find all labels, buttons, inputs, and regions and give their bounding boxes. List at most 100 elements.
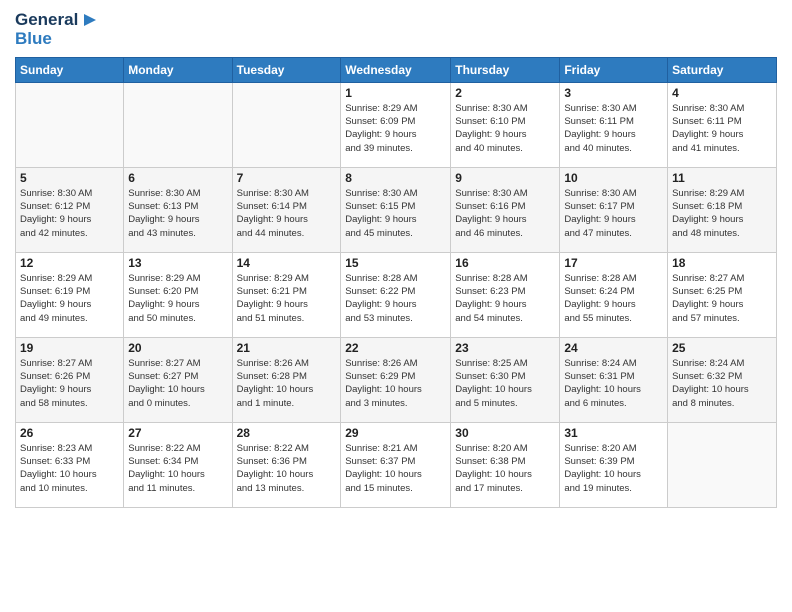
logo-general: General [15, 11, 78, 30]
calendar-cell: 16 Sunrise: 8:28 AM Sunset: 6:23 PM Dayli… [451, 252, 560, 337]
day-number: 10 [564, 171, 663, 185]
day-number: 4 [672, 86, 772, 100]
day-number: 14 [237, 256, 337, 270]
calendar-cell: 27Sunrise: 8:22 AM Sunset: 6:34 PM Dayli… [124, 422, 232, 507]
day-info: Sunrise: 8:27 AM Sunset: 6:25 PM Dayligh… [672, 272, 772, 325]
day-info: Sunrise: 8:26 AM Sunset: 6:29 PM Dayligh… [345, 357, 446, 410]
calendar-cell [16, 82, 124, 167]
day-number: 16 [455, 256, 555, 270]
day-info: Sunrise: 8:30 AM Sunset: 6:16 PM Dayligh… [455, 187, 555, 240]
calendar-cell [232, 82, 341, 167]
day-number: 17 [564, 256, 663, 270]
day-info: Sunrise: 8:30 AM Sunset: 6:13 PM Dayligh… [128, 187, 227, 240]
day-info: Sunrise: 8:20 AM Sunset: 6:39 PM Dayligh… [564, 442, 663, 495]
calendar-cell: 23 Sunrise: 8:25 AM Sunset: 6:30 PM Dayli… [451, 337, 560, 422]
day-info: Sunrise: 8:30 AM Sunset: 6:12 PM Dayligh… [20, 187, 119, 240]
day-info: Sunrise: 8:30 AM Sunset: 6:17 PM Dayligh… [564, 187, 663, 240]
calendar-cell: 21 Sunrise: 8:26 AM Sunset: 6:28 PM Dayli… [232, 337, 341, 422]
logo-arrow-icon [80, 10, 100, 30]
day-info: Sunrise: 8:28 AM Sunset: 6:23 PM Dayligh… [455, 272, 555, 325]
logo-blue: Blue [15, 30, 52, 49]
day-number: 6 [128, 171, 227, 185]
day-info: Sunrise: 8:30 AM Sunset: 6:14 PM Dayligh… [237, 187, 337, 240]
page-header: General Blue [15, 10, 777, 49]
day-number: 11 [672, 171, 772, 185]
day-info: Sunrise: 8:29 AM Sunset: 6:09 PM Dayligh… [345, 102, 446, 155]
weekday-header-row: SundayMondayTuesdayWednesdayThursdayFrid… [16, 57, 777, 82]
day-number: 21 [237, 341, 337, 355]
day-info: Sunrise: 8:29 AM Sunset: 6:21 PM Dayligh… [237, 272, 337, 325]
day-info: Sunrise: 8:23 AM Sunset: 6:33 PM Dayligh… [20, 442, 119, 495]
weekday-header-tuesday: Tuesday [232, 57, 341, 82]
day-number: 24 [564, 341, 663, 355]
day-info: Sunrise: 8:22 AM Sunset: 6:36 PM Dayligh… [237, 442, 337, 495]
weekday-header-thursday: Thursday [451, 57, 560, 82]
calendar-cell: 1 Sunrise: 8:29 AM Sunset: 6:09 PM Daylig… [341, 82, 451, 167]
day-info: Sunrise: 8:25 AM Sunset: 6:30 PM Dayligh… [455, 357, 555, 410]
calendar-cell: 15Sunrise: 8:28 AM Sunset: 6:22 PM Dayli… [341, 252, 451, 337]
day-number: 29 [345, 426, 446, 440]
calendar-cell: 28 Sunrise: 8:22 AM Sunset: 6:36 PM Dayli… [232, 422, 341, 507]
calendar-cell: 14 Sunrise: 8:29 AM Sunset: 6:21 PM Dayli… [232, 252, 341, 337]
calendar-cell: 26 Sunrise: 8:23 AM Sunset: 6:33 PM Dayli… [16, 422, 124, 507]
day-number: 30 [455, 426, 555, 440]
calendar-table: SundayMondayTuesdayWednesdayThursdayFrid… [15, 57, 777, 508]
weekday-header-monday: Monday [124, 57, 232, 82]
calendar-cell: 31 Sunrise: 8:20 AM Sunset: 6:39 PM Dayli… [560, 422, 668, 507]
day-info: Sunrise: 8:24 AM Sunset: 6:31 PM Dayligh… [564, 357, 663, 410]
calendar-cell: 3 Sunrise: 8:30 AM Sunset: 6:11 PM Daylig… [560, 82, 668, 167]
calendar-cell: 2 Sunrise: 8:30 AM Sunset: 6:10 PM Daylig… [451, 82, 560, 167]
day-info: Sunrise: 8:30 AM Sunset: 6:15 PM Dayligh… [345, 187, 446, 240]
day-number: 26 [20, 426, 119, 440]
day-number: 28 [237, 426, 337, 440]
day-number: 31 [564, 426, 663, 440]
calendar-cell: 20Sunrise: 8:27 AM Sunset: 6:27 PM Dayli… [124, 337, 232, 422]
day-number: 5 [20, 171, 119, 185]
calendar-cell: 10 Sunrise: 8:30 AM Sunset: 6:17 PM Dayli… [560, 167, 668, 252]
day-info: Sunrise: 8:30 AM Sunset: 6:10 PM Dayligh… [455, 102, 555, 155]
day-number: 8 [345, 171, 446, 185]
day-info: Sunrise: 8:27 AM Sunset: 6:27 PM Dayligh… [128, 357, 227, 410]
calendar-cell: 22Sunrise: 8:26 AM Sunset: 6:29 PM Dayli… [341, 337, 451, 422]
calendar-week-row: 1 Sunrise: 8:29 AM Sunset: 6:09 PM Daylig… [16, 82, 777, 167]
calendar-cell: 30Sunrise: 8:20 AM Sunset: 6:38 PM Dayli… [451, 422, 560, 507]
day-info: Sunrise: 8:28 AM Sunset: 6:24 PM Dayligh… [564, 272, 663, 325]
weekday-header-saturday: Saturday [668, 57, 777, 82]
calendar-cell: 12 Sunrise: 8:29 AM Sunset: 6:19 PM Dayli… [16, 252, 124, 337]
calendar-cell: 29 Sunrise: 8:21 AM Sunset: 6:37 PM Dayli… [341, 422, 451, 507]
calendar-cell: 25 Sunrise: 8:24 AM Sunset: 6:32 PM Dayli… [668, 337, 777, 422]
day-info: Sunrise: 8:30 AM Sunset: 6:11 PM Dayligh… [564, 102, 663, 155]
day-number: 18 [672, 256, 772, 270]
day-info: Sunrise: 8:22 AM Sunset: 6:34 PM Dayligh… [128, 442, 227, 495]
calendar-cell: 17 Sunrise: 8:28 AM Sunset: 6:24 PM Dayli… [560, 252, 668, 337]
calendar-week-row: 19Sunrise: 8:27 AM Sunset: 6:26 PM Dayli… [16, 337, 777, 422]
day-info: Sunrise: 8:26 AM Sunset: 6:28 PM Dayligh… [237, 357, 337, 410]
calendar-cell: 11Sunrise: 8:29 AM Sunset: 6:18 PM Dayli… [668, 167, 777, 252]
day-info: Sunrise: 8:27 AM Sunset: 6:26 PM Dayligh… [20, 357, 119, 410]
calendar-week-row: 26 Sunrise: 8:23 AM Sunset: 6:33 PM Dayli… [16, 422, 777, 507]
calendar-cell: 8 Sunrise: 8:30 AM Sunset: 6:15 PM Daylig… [341, 167, 451, 252]
day-number: 3 [564, 86, 663, 100]
calendar-cell [668, 422, 777, 507]
calendar-cell: 5 Sunrise: 8:30 AM Sunset: 6:12 PM Daylig… [16, 167, 124, 252]
calendar-cell: 6 Sunrise: 8:30 AM Sunset: 6:13 PM Daylig… [124, 167, 232, 252]
day-number: 9 [455, 171, 555, 185]
calendar-cell: 4 Sunrise: 8:30 AM Sunset: 6:11 PM Daylig… [668, 82, 777, 167]
day-number: 25 [672, 341, 772, 355]
day-number: 2 [455, 86, 555, 100]
calendar-week-row: 5 Sunrise: 8:30 AM Sunset: 6:12 PM Daylig… [16, 167, 777, 252]
calendar-cell [124, 82, 232, 167]
day-info: Sunrise: 8:30 AM Sunset: 6:11 PM Dayligh… [672, 102, 772, 155]
weekday-header-sunday: Sunday [16, 57, 124, 82]
day-info: Sunrise: 8:29 AM Sunset: 6:20 PM Dayligh… [128, 272, 227, 325]
day-info: Sunrise: 8:24 AM Sunset: 6:32 PM Dayligh… [672, 357, 772, 410]
day-info: Sunrise: 8:21 AM Sunset: 6:37 PM Dayligh… [345, 442, 446, 495]
calendar-cell: 18 Sunrise: 8:27 AM Sunset: 6:25 PM Dayli… [668, 252, 777, 337]
day-number: 1 [345, 86, 446, 100]
day-number: 23 [455, 341, 555, 355]
calendar-week-row: 12 Sunrise: 8:29 AM Sunset: 6:19 PM Dayli… [16, 252, 777, 337]
day-info: Sunrise: 8:29 AM Sunset: 6:19 PM Dayligh… [20, 272, 119, 325]
day-number: 12 [20, 256, 119, 270]
calendar-cell: 7Sunrise: 8:30 AM Sunset: 6:14 PM Daylig… [232, 167, 341, 252]
day-number: 13 [128, 256, 227, 270]
